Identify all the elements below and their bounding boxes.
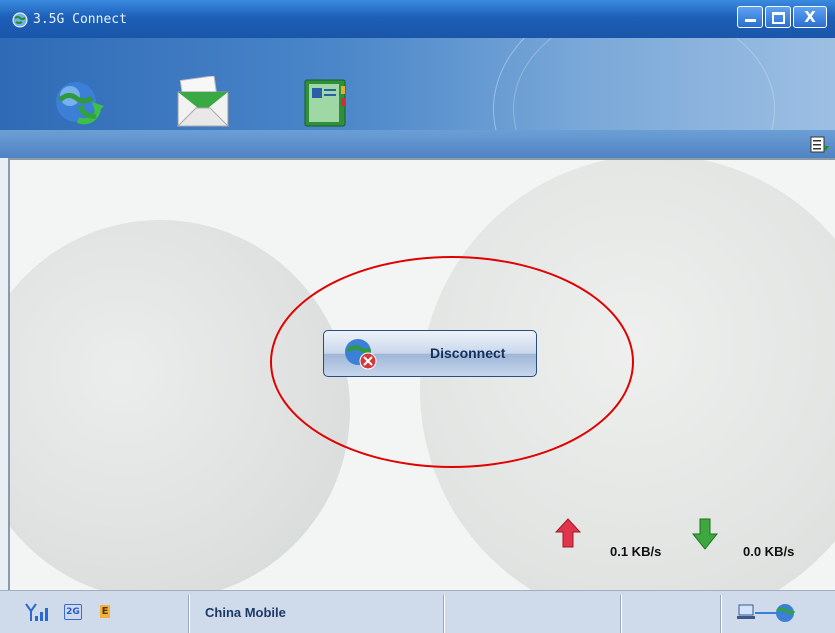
download-arrow-icon (691, 518, 719, 550)
envelope-icon (176, 75, 230, 127)
disconnect-label: Disconnect (430, 345, 506, 361)
connection-status-icon (737, 604, 796, 622)
title-bar: 3.5G Connect X (0, 0, 835, 38)
globe-disconnect-icon (345, 339, 377, 370)
operator-name: China Mobile (205, 605, 286, 620)
toolbar (0, 38, 835, 130)
close-icon: X (804, 8, 816, 26)
download-speed: 0.0 KB/s (743, 544, 795, 559)
network-type-badge: 2G (64, 604, 82, 620)
main-panel: Disconnect 0.1 KB/s 0.0 KB/s (8, 158, 835, 590)
maximize-button[interactable] (765, 6, 791, 28)
edge-badge: E (100, 605, 110, 618)
sub-toolbar (0, 130, 835, 158)
app-window: 3.5G Connect X Disconnect 0.1 KB/s 0.0 K… (0, 0, 835, 633)
close-button[interactable]: X (793, 6, 827, 28)
minimize-button[interactable] (737, 6, 763, 28)
connect-tool-button[interactable] (50, 76, 108, 130)
toolbar-globe-decoration (513, 38, 775, 130)
window-title: 3.5G Connect (33, 12, 127, 27)
signal-strength-icon (25, 603, 48, 621)
status-separator (720, 595, 721, 633)
upload-arrow-icon (555, 518, 581, 548)
sms-tool-button[interactable] (172, 75, 230, 130)
status-separator (443, 595, 444, 633)
upload-speed: 0.1 KB/s (610, 544, 662, 559)
phonebook-icon (304, 79, 346, 127)
disconnect-button[interactable]: Disconnect (323, 330, 537, 377)
status-bar: 2G E China Mobile (0, 590, 835, 633)
status-separator (620, 595, 621, 633)
app-globe-icon (12, 12, 28, 28)
phonebook-tool-button[interactable] (295, 76, 353, 130)
list-menu-icon[interactable] (810, 136, 830, 154)
globe-refresh-icon (56, 82, 104, 125)
status-separator (188, 595, 189, 633)
